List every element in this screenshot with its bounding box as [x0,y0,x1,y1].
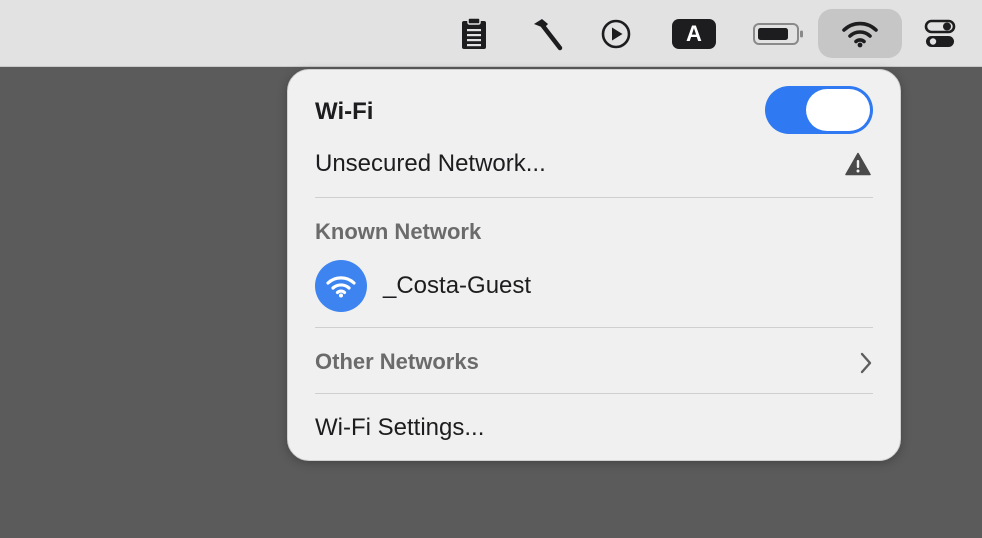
wifi-toggle[interactable] [765,86,873,134]
warning-icon [845,152,871,183]
other-networks-item[interactable]: Other Networks [315,344,873,380]
clipboard-icon[interactable] [452,10,496,58]
unsecured-network-item[interactable]: Unsecured Network... [315,146,873,182]
network-name: _Costa-Guest [383,272,532,299]
divider [315,327,873,328]
menu-bar: A [0,0,982,67]
wifi-settings-label: Wi-Fi Settings... [315,414,485,441]
wifi-title-row: Wi-Fi [315,86,873,134]
input-source-icon[interactable]: A [668,10,720,58]
divider [315,197,873,198]
divider [315,393,873,394]
known-network-item[interactable]: _Costa-Guest [315,260,873,312]
control-center-icon[interactable] [918,10,962,58]
wifi-settings-item[interactable]: Wi-Fi Settings... [315,410,873,446]
chevron-right-icon [859,352,873,380]
toggle-knob [806,89,870,131]
play-icon[interactable] [594,10,638,58]
wifi-menu-panel: Wi-Fi Unsecured Network... Known Network… [287,69,901,461]
unsecured-network-label: Unsecured Network... [315,150,546,177]
wifi-icon[interactable] [818,9,902,58]
hammer-icon[interactable] [522,10,570,58]
wifi-title: Wi-Fi [315,98,374,125]
other-networks-label: Other Networks [315,349,479,374]
wifi-network-icon [315,260,367,312]
battery-icon[interactable] [748,10,810,58]
known-network-header: Known Network [315,219,482,244]
input-source-label: A [672,19,716,49]
